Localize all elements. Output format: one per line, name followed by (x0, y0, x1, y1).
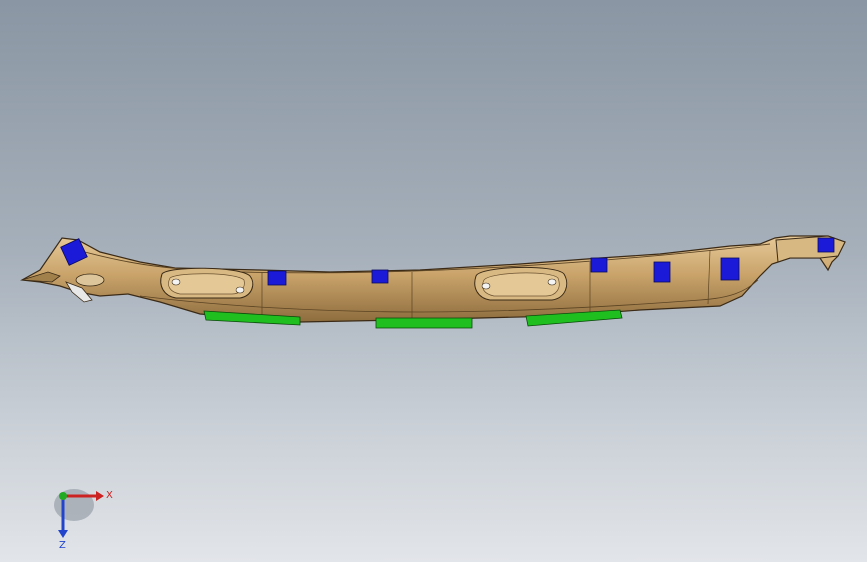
recessed-pocket-left (160, 267, 254, 299)
graphics-viewport[interactable]: X Z (0, 0, 867, 562)
clip-4 (590, 257, 608, 273)
3d-model-part[interactable] (0, 0, 867, 562)
pad-2 (375, 317, 473, 329)
z-axis-label: Z (59, 540, 66, 550)
recessed-pocket-right (474, 267, 568, 301)
reference-triad: X Z (54, 489, 113, 550)
left-end-opening (75, 273, 105, 287)
x-axis-label: X (106, 490, 113, 501)
clip-2 (267, 270, 287, 286)
clip-7 (817, 237, 835, 253)
clip-3 (371, 269, 389, 284)
y-axis-dot (59, 492, 67, 500)
clip-6 (720, 257, 740, 281)
clip-5 (653, 261, 671, 283)
